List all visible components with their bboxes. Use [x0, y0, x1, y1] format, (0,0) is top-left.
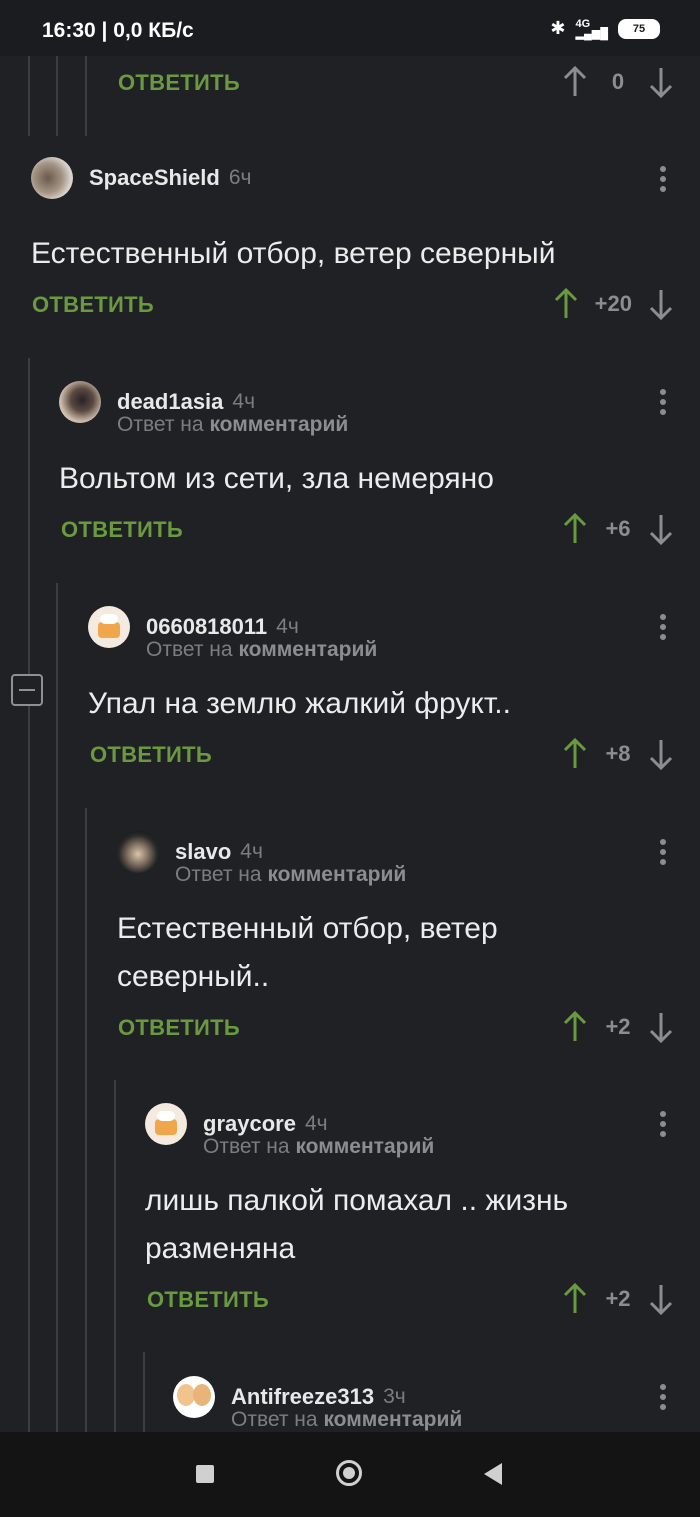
score: +8 — [605, 741, 631, 766]
reply-prefix: Ответ на — [117, 413, 204, 436]
status-speed: 0,0 КБ/с — [113, 19, 194, 42]
thread-line — [28, 358, 30, 1432]
comment-time: 4ч — [304, 1112, 328, 1135]
thread-line — [85, 808, 87, 1432]
reply-to: Ответ на комментарий — [231, 1408, 462, 1432]
downvote-arrow-icon[interactable] — [648, 1283, 674, 1315]
reply-target-link[interactable]: комментарий — [295, 1135, 434, 1158]
recent-apps-button[interactable] — [196, 1465, 214, 1483]
comment-time: 4ч — [240, 840, 263, 863]
comment-header: SpaceShield 6ч — [31, 157, 251, 199]
avatar[interactable] — [117, 831, 159, 873]
reply-button[interactable]: ОТВЕТИТЬ — [118, 70, 240, 96]
downvote-arrow-icon[interactable] — [648, 66, 674, 98]
thread-line — [56, 583, 58, 1432]
vote-controls: +2 — [562, 1011, 674, 1043]
thread-line — [56, 56, 58, 136]
comment-time: 4ч — [276, 615, 299, 638]
vote-controls: +8 — [562, 738, 674, 770]
system-navigation-bar — [0, 1432, 700, 1517]
downvote-arrow-icon[interactable] — [648, 288, 674, 320]
reply-button[interactable]: ОТВЕТИТЬ — [61, 517, 183, 543]
username[interactable]: graycore — [203, 1111, 296, 1137]
comment-time: 6ч — [228, 166, 252, 189]
more-options-icon[interactable] — [660, 1384, 666, 1410]
bluetooth-icon: ✱ — [550, 18, 566, 38]
vote-controls: +20 — [553, 288, 674, 320]
reply-button[interactable]: ОТВЕТИТЬ — [90, 742, 212, 768]
thread-line — [85, 56, 87, 136]
upvote-arrow-icon[interactable] — [562, 1011, 588, 1043]
more-options-icon[interactable] — [660, 166, 666, 192]
score: +20 — [594, 291, 632, 316]
reply-to: Ответ на комментарий — [117, 413, 348, 437]
status-time: 16:30 — [42, 19, 96, 42]
status-bar: 16:30 | 0,0 КБ/с ✱ 4G ▂▄▆█ 75 — [0, 0, 700, 56]
reply-button[interactable]: ОТВЕТИТЬ — [118, 1015, 240, 1041]
vote-controls: 0 — [562, 66, 674, 98]
comment-text: Естественный отбор, ветер северный — [31, 237, 556, 270]
signal-icon: 4G ▂▄▆█ — [575, 17, 608, 40]
more-options-icon[interactable] — [660, 1111, 666, 1137]
vote-controls: +6 — [562, 513, 674, 545]
status-icons: ✱ 4G ▂▄▆█ 75 — [550, 18, 660, 39]
comment-text: Естественный отбор, ветер северный.. — [117, 912, 498, 993]
username[interactable]: 0660818011 — [146, 614, 267, 640]
reply-button[interactable]: ОТВЕТИТЬ — [32, 292, 154, 318]
comment-time: 4ч — [232, 390, 256, 413]
reply-target-link[interactable]: комментарий — [323, 1408, 462, 1431]
network-type: 4G — [575, 17, 591, 30]
username[interactable]: SpaceShield — [89, 165, 220, 191]
reply-prefix: Ответ на — [231, 1408, 318, 1431]
avatar[interactable] — [59, 381, 101, 423]
score: +6 — [605, 516, 631, 541]
avatar[interactable] — [145, 1103, 187, 1145]
upvote-arrow-icon[interactable] — [553, 288, 579, 320]
upvote-arrow-icon[interactable] — [562, 66, 588, 98]
more-options-icon[interactable] — [660, 839, 666, 865]
reply-prefix: Ответ на — [203, 1135, 290, 1158]
more-options-icon[interactable] — [660, 614, 666, 640]
reply-to: Ответ на комментарий — [203, 1135, 434, 1159]
reply-target-link[interactable]: комментарий — [238, 638, 377, 661]
reply-to: Ответ на комментарий — [146, 638, 377, 662]
home-button[interactable] — [336, 1460, 362, 1486]
score: +2 — [605, 1014, 631, 1039]
battery-icon: 75 — [618, 18, 660, 39]
upvote-arrow-icon[interactable] — [562, 738, 588, 770]
avatar[interactable] — [31, 157, 73, 199]
score: +2 — [605, 1286, 631, 1311]
battery-level: 75 — [632, 22, 646, 35]
reply-target-link[interactable]: комментарий — [209, 413, 348, 436]
username[interactable]: slavo — [175, 839, 231, 865]
reply-button[interactable]: ОТВЕТИТЬ — [147, 1287, 269, 1313]
username[interactable]: Antifreeze313 — [231, 1384, 374, 1410]
thread-line — [28, 56, 30, 136]
back-button[interactable] — [484, 1463, 502, 1485]
comment-time: 3ч — [383, 1385, 406, 1408]
reply-prefix: Ответ на — [146, 638, 233, 661]
thread-line — [143, 1352, 145, 1432]
reply-target-link[interactable]: комментарий — [267, 863, 406, 886]
collapse-thread-button[interactable] — [11, 674, 43, 706]
thread-line — [114, 1080, 116, 1432]
reply-to: Ответ на комментарий — [175, 863, 406, 887]
more-options-icon[interactable] — [660, 389, 666, 415]
comment-text: Упал на землю жалкий фрукт.. — [88, 687, 511, 720]
downvote-arrow-icon[interactable] — [648, 738, 674, 770]
downvote-arrow-icon[interactable] — [648, 513, 674, 545]
comment-text: Вольтом из сети, зла немеряно — [59, 462, 494, 495]
score: 0 — [611, 69, 625, 94]
upvote-arrow-icon[interactable] — [562, 513, 588, 545]
downvote-arrow-icon[interactable] — [648, 1011, 674, 1043]
comment-text: лишь палкой помахал .. жизнь разменяна — [145, 1184, 569, 1265]
avatar[interactable] — [88, 606, 130, 648]
status-time-speed: 16:30 | 0,0 КБ/с — [42, 19, 194, 42]
avatar[interactable] — [173, 1376, 215, 1418]
reply-prefix: Ответ на — [175, 863, 262, 886]
upvote-arrow-icon[interactable] — [562, 1283, 588, 1315]
username[interactable]: dead1asia — [117, 389, 223, 415]
vote-controls: +2 — [562, 1283, 674, 1315]
